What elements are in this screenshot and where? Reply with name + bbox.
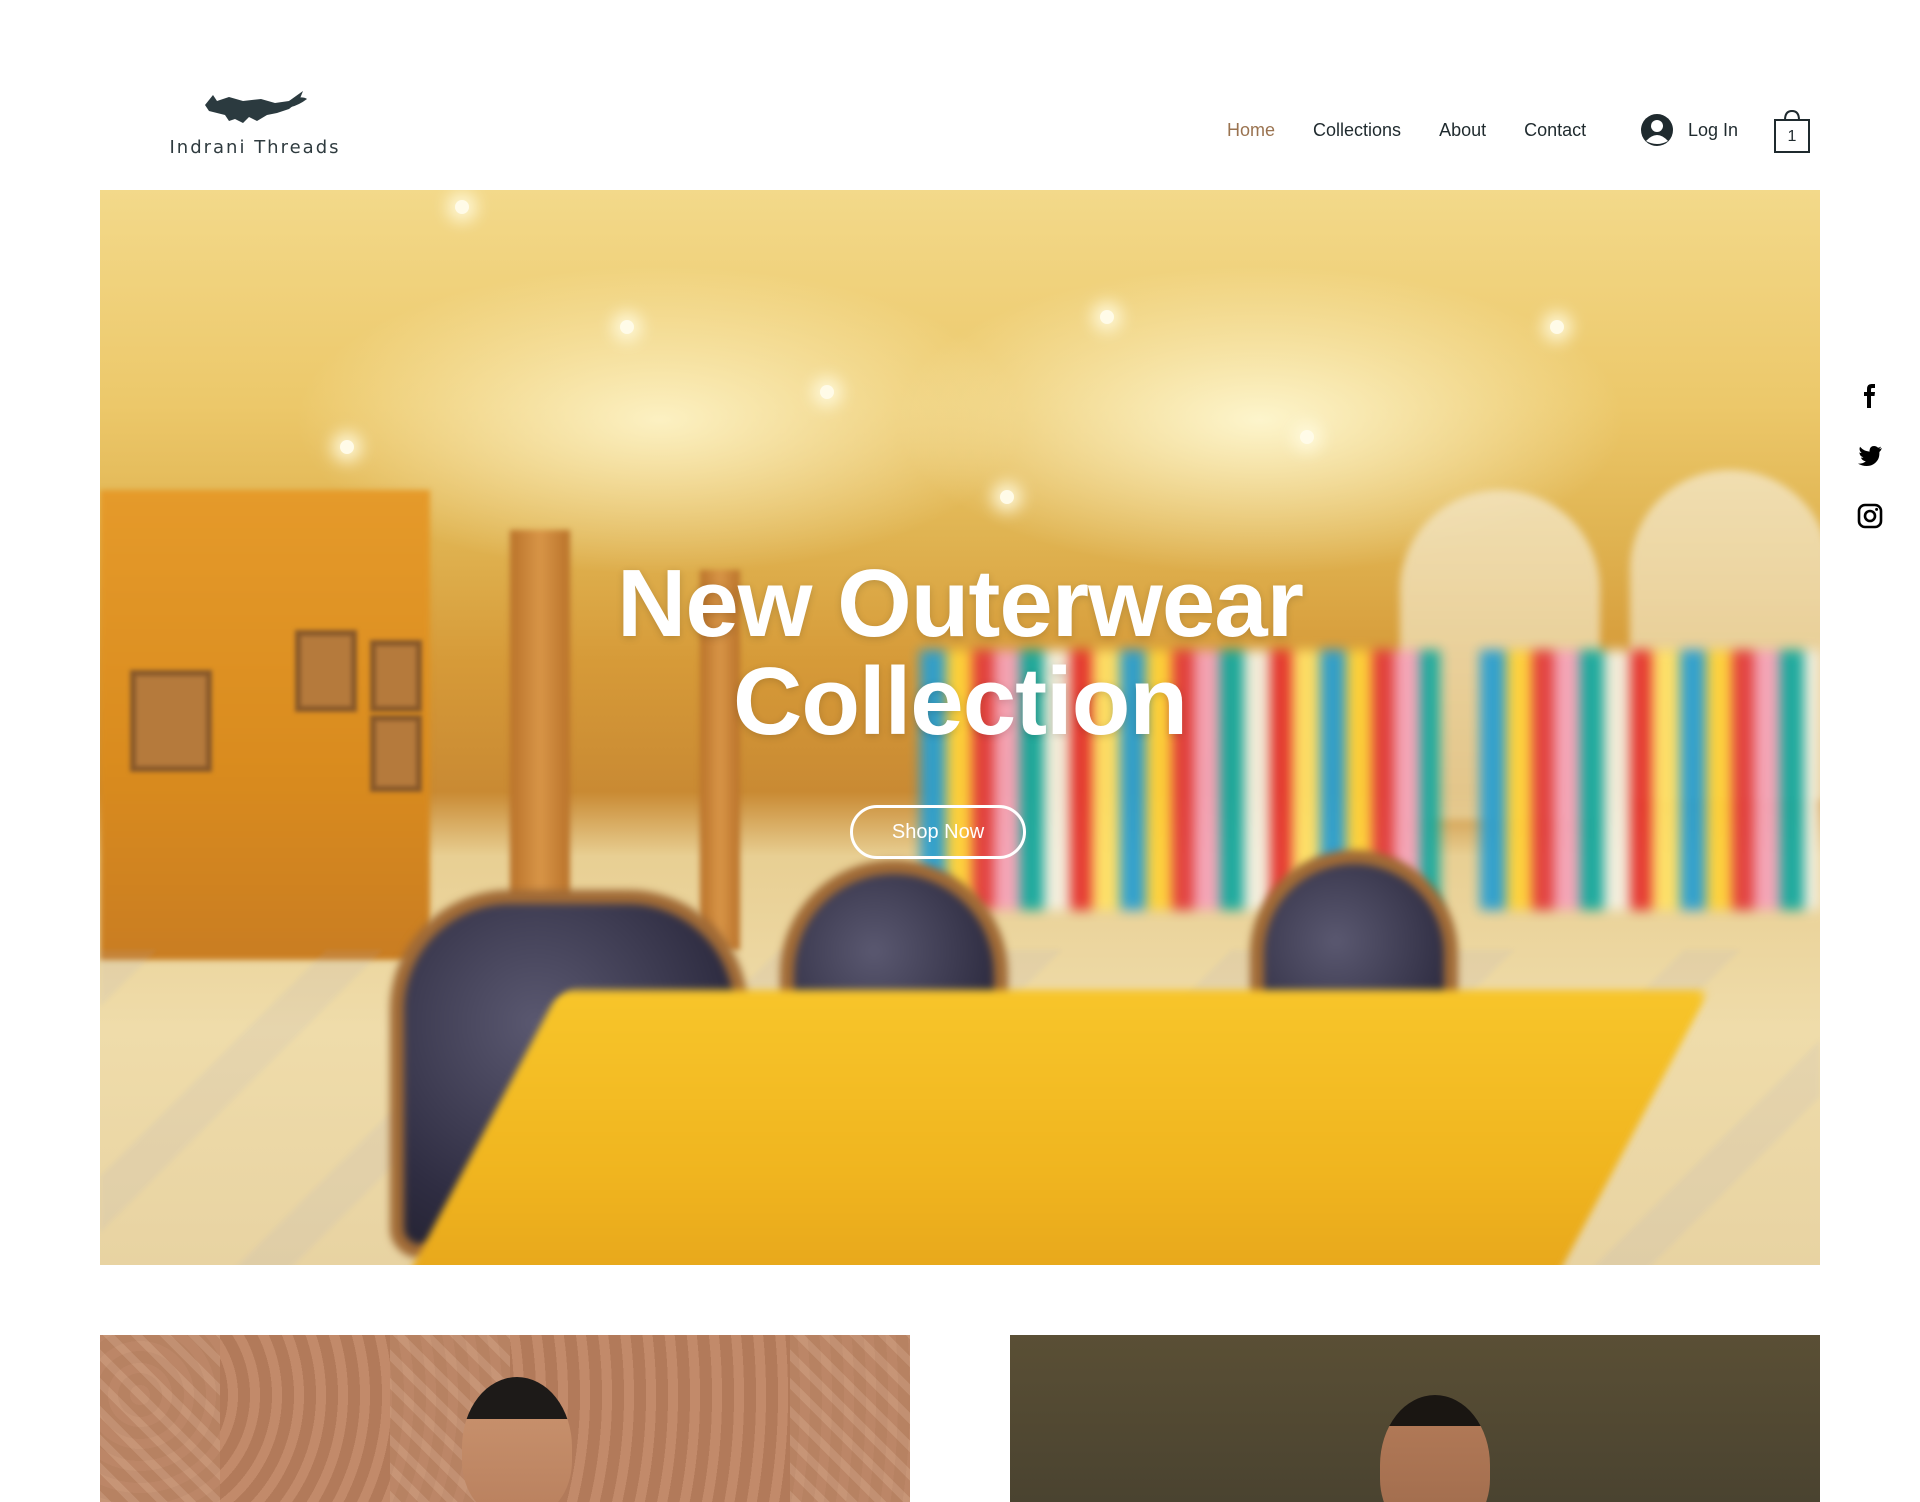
user-avatar-icon: [1641, 114, 1673, 146]
facebook-icon[interactable]: [1856, 382, 1884, 410]
hero-banner: New Outerwear Collection Shop Now: [100, 190, 1820, 1265]
model-photo: [462, 1377, 572, 1502]
hero-bg-light: [620, 320, 634, 334]
main-nav: Home Collections About Contact: [1208, 116, 1605, 144]
hero-bg-light: [1000, 490, 1014, 504]
cart-count: 1: [1787, 128, 1797, 145]
hero-bg-frame: [370, 715, 422, 792]
card-bg-panel: [790, 1335, 910, 1502]
hero-bg-light: [455, 200, 469, 214]
cart-button[interactable]: 1: [1772, 108, 1812, 154]
collection-card-women[interactable]: [1010, 1335, 1820, 1502]
nav-home[interactable]: Home: [1208, 116, 1294, 144]
nav-collections[interactable]: Collections: [1294, 116, 1420, 144]
hero-bg-light: [820, 385, 834, 399]
hero-bg-frame: [370, 640, 422, 712]
hero-bg-table: [400, 990, 1710, 1265]
hero-title-line1: New Outerwear: [617, 550, 1304, 657]
twitter-icon[interactable]: [1856, 442, 1884, 470]
hero-title-line2: Collection: [732, 648, 1188, 755]
instagram-icon[interactable]: [1856, 502, 1884, 530]
nav-about[interactable]: About: [1420, 116, 1505, 144]
shop-now-button[interactable]: Shop Now: [850, 805, 1026, 859]
hero-bg-light: [340, 440, 354, 454]
nav-contact[interactable]: Contact: [1505, 116, 1605, 144]
hero-bg-pillar: [510, 530, 570, 950]
login-label: Log In: [1688, 119, 1739, 140]
hero-title: New Outerwear Collection: [580, 555, 1340, 751]
hero-bg-frame: [130, 670, 212, 772]
collection-card-men[interactable]: [100, 1335, 910, 1502]
login-button[interactable]: Log In: [1640, 112, 1738, 148]
brand-logo[interactable]: Indrani Threads: [150, 85, 360, 165]
fox-icon: [205, 91, 307, 123]
hero-bg-light: [1300, 430, 1314, 444]
hero-bg-light: [1550, 320, 1564, 334]
hero-bg-light: [1100, 310, 1114, 324]
hero-bg-frame: [295, 630, 357, 712]
hero-bg-clothes-rack: [1480, 650, 1820, 910]
card-bg-panel: [100, 1335, 220, 1502]
social-bar: [1852, 382, 1888, 530]
brand-name: Indrani Threads: [169, 137, 341, 158]
model-photo: [1380, 1395, 1490, 1502]
